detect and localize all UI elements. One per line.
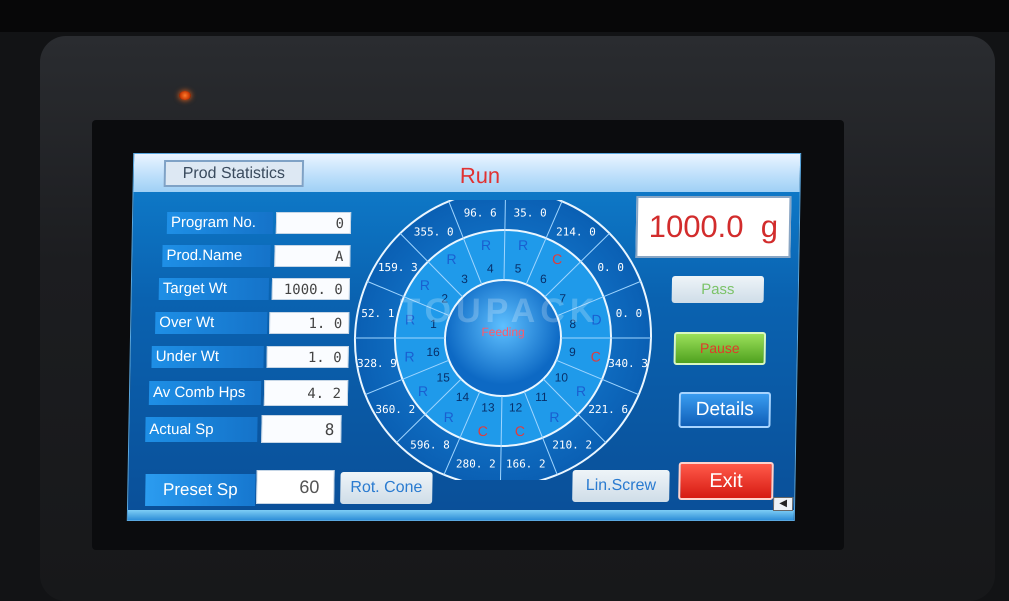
hopper-status: C — [591, 349, 601, 365]
prod-statistics-button[interactable]: Prod Statistics — [163, 160, 305, 187]
prod-name-field[interactable]: A — [274, 245, 351, 267]
hopper-weight-value: 340. 3 — [608, 357, 648, 370]
weight-display: 1000.0 g — [635, 196, 792, 258]
hopper-status: R — [481, 237, 491, 253]
hopper-number: 12 — [509, 401, 523, 415]
hopper-number: 14 — [456, 390, 470, 404]
hopper-weight-value: 280. 2 — [456, 458, 496, 471]
hopper-number: 4 — [487, 261, 494, 275]
program-no-label: Program No. — [166, 212, 274, 234]
under-wt-label: Under Wt — [151, 346, 264, 368]
hopper-number: 11 — [535, 390, 548, 404]
hopper-number: 6 — [540, 272, 547, 286]
hopper-status: R — [444, 409, 454, 425]
title-bar: Prod Statistics Run — [133, 154, 801, 192]
hopper-status: R — [420, 277, 430, 293]
hopper-weight-value: 596. 8 — [410, 438, 450, 451]
hopper-number: 3 — [461, 272, 468, 286]
details-button[interactable]: Details — [678, 392, 772, 428]
preset-sp-field[interactable]: 60 — [256, 470, 335, 504]
preset-sp-label: Preset Sp — [145, 474, 256, 506]
hopper-status: R — [576, 383, 586, 399]
hopper-status: C — [515, 423, 525, 439]
pause-button[interactable]: Pause — [673, 332, 767, 365]
watermark-logo: TOUPACK — [399, 292, 600, 330]
actual-sp-field[interactable]: 8 — [261, 415, 342, 443]
program-no-field[interactable]: 0 — [275, 212, 352, 234]
av-comb-hps-label: Av Comb Hps — [148, 381, 262, 405]
hopper-weight-value: 0. 0 — [597, 261, 624, 274]
power-led-icon — [179, 91, 191, 100]
hopper-weight-value: 210. 2 — [552, 438, 592, 451]
hopper-weight-value: 159. 3 — [378, 261, 418, 274]
target-wt-field[interactable]: 1000. 0 — [271, 278, 351, 300]
hopper-weight-value: 214. 0 — [556, 226, 596, 239]
hopper-weight-value: 166. 2 — [506, 458, 546, 471]
hopper-status: R — [404, 349, 414, 365]
hopper-dial: 35. 0 214. 0 0. 0 0. 0 340. 3 221. 6 210. 2 166… — [351, 189, 662, 487]
av-comb-hps-field[interactable]: 4. 2 — [263, 380, 349, 406]
hopper-weight-value: 221. 6 — [588, 403, 628, 416]
page-title: Run — [459, 163, 501, 188]
hopper-status: C — [552, 251, 562, 267]
hopper-weight-value: 96. 6 — [464, 206, 497, 219]
exit-button[interactable]: Exit — [678, 462, 774, 500]
over-wt-label: Over Wt — [155, 312, 268, 334]
hopper-number: 9 — [569, 345, 576, 359]
actual-sp-label: Actual Sp — [145, 417, 258, 442]
hopper-status: C — [478, 423, 488, 439]
over-wt-field[interactable]: 1. 0 — [269, 312, 350, 334]
back-arrow-icon[interactable]: ◀ — [772, 497, 794, 511]
hopper-number: 16 — [426, 345, 440, 359]
prod-name-label: Prod.Name — [162, 245, 271, 267]
hopper-status: R — [446, 251, 456, 267]
target-wt-label: Target Wt — [158, 278, 270, 300]
hopper-weight-value: 328. 9 — [357, 357, 397, 370]
hopper-dial-svg: 35. 0214. 00. 00. 0340. 3221. 6210. 2166… — [353, 189, 653, 487]
hopper-weight-value: 35. 0 — [513, 206, 546, 219]
bottom-strip — [127, 510, 794, 520]
hopper-weight-value: 360. 2 — [375, 403, 415, 416]
pass-button[interactable]: Pass — [671, 276, 765, 303]
hopper-number: 13 — [481, 401, 495, 415]
hopper-weight-value: 355. 0 — [414, 226, 454, 239]
device-top-edge — [0, 0, 1009, 32]
hopper-status: R — [418, 383, 428, 399]
hopper-weight-value: 52. 1 — [361, 307, 394, 320]
hopper-number: 10 — [555, 370, 569, 384]
hopper-weight-value: 0. 0 — [616, 307, 643, 320]
under-wt-field[interactable]: 1. 0 — [266, 346, 349, 368]
hopper-number: 5 — [515, 261, 522, 275]
hopper-number: 15 — [436, 370, 450, 384]
hmi-screen: Prod Statistics Run Program No. 0 Prod.N… — [126, 153, 802, 521]
hopper-status: R — [518, 237, 528, 253]
hopper-status: R — [549, 409, 559, 425]
